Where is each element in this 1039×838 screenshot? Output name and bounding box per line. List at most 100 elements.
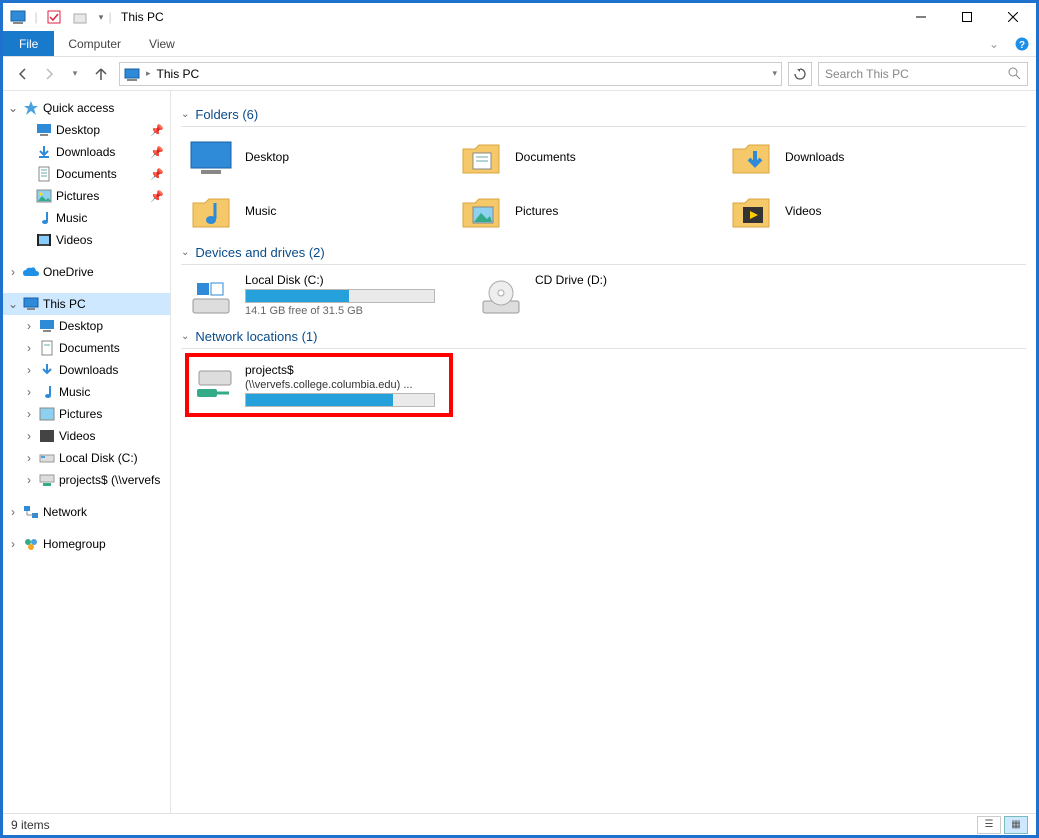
folder-downloads[interactable]: Downloads <box>729 135 979 179</box>
videos-folder-icon <box>729 189 773 233</box>
search-icon[interactable] <box>1008 67 1021 80</box>
local-disk-icon <box>189 273 233 317</box>
search-input[interactable] <box>825 67 1008 81</box>
system-icon[interactable] <box>7 6 29 28</box>
section-drives-header[interactable]: ⌄Devices and drives (2) <box>181 243 1026 265</box>
refresh-button[interactable] <box>788 62 812 86</box>
address-crumb[interactable]: This PC <box>157 67 200 81</box>
tree-pc-documents[interactable]: ›Documents <box>3 337 170 359</box>
expander-icon[interactable]: › <box>23 451 35 465</box>
back-button[interactable] <box>11 62 35 86</box>
tree-music[interactable]: Music <box>3 207 170 229</box>
music-icon <box>38 383 56 401</box>
drive-sublabel: 14.1 GB free of 31.5 GB <box>245 305 435 317</box>
properties-icon[interactable] <box>43 6 65 28</box>
close-button[interactable] <box>990 3 1036 31</box>
recent-dropdown-icon[interactable]: ▾ <box>63 62 87 86</box>
file-tab[interactable]: File <box>3 31 54 56</box>
tree-pc-pictures[interactable]: ›Pictures <box>3 403 170 425</box>
expander-icon[interactable]: › <box>23 385 35 399</box>
expander-icon[interactable]: › <box>23 341 35 355</box>
expander-icon[interactable]: › <box>23 429 35 443</box>
expander-icon[interactable]: › <box>23 363 35 377</box>
network-drive-icon <box>195 363 235 403</box>
tree-pc-localdisk[interactable]: › Local Disk (C:) <box>3 447 170 469</box>
expander-icon[interactable]: › <box>7 505 19 519</box>
address-bar[interactable]: ▸ This PC ▾ <box>119 62 782 86</box>
expander-icon[interactable]: › <box>7 537 19 551</box>
folder-label: Downloads <box>785 150 844 164</box>
drive-local-c[interactable]: Local Disk (C:) 14.1 GB free of 31.5 GB <box>189 273 449 317</box>
minimize-button[interactable] <box>898 3 944 31</box>
tree-this-pc[interactable]: ⌄This PC <box>3 293 170 315</box>
folder-label: Documents <box>515 150 576 164</box>
tree-videos[interactable]: Videos <box>3 229 170 251</box>
tree-label: Pictures <box>56 189 99 203</box>
folder-videos[interactable]: Videos <box>729 189 979 233</box>
tree-pc-networkdrive[interactable]: ›projects$ (\\vervefs <box>3 469 170 491</box>
tree-pc-music[interactable]: ›Music <box>3 381 170 403</box>
expander-icon[interactable]: › <box>7 265 19 279</box>
ribbon-expand-icon[interactable]: ⌄ <box>980 31 1008 56</box>
tree-onedrive[interactable]: ›OneDrive <box>3 261 170 283</box>
tree-label: Local Disk (C:) <box>59 451 138 465</box>
address-chevron-icon[interactable]: ▸ <box>146 68 151 79</box>
tree-pc-videos[interactable]: › Videos <box>3 425 170 447</box>
section-folders-header[interactable]: ⌄Folders (6) <box>181 105 1026 127</box>
qat-divider: | <box>33 6 39 28</box>
tab-view[interactable]: View <box>135 31 189 56</box>
folder-documents[interactable]: Documents <box>459 135 709 179</box>
downloads-icon <box>35 143 53 161</box>
svg-text:?: ? <box>1019 40 1025 51</box>
tiles-view-button[interactable]: ▦ <box>1004 816 1028 834</box>
expander-icon[interactable]: › <box>23 473 35 487</box>
maximize-button[interactable] <box>944 3 990 31</box>
tree-pc-desktop[interactable]: ›Desktop <box>3 315 170 337</box>
quick-access-toolbar: | ▾ <box>3 6 107 28</box>
expander-icon[interactable]: ⌄ <box>7 101 19 115</box>
network-drive-projects[interactable]: projects$ (\\vervefs.college.columbia.ed… <box>195 363 443 407</box>
folder-desktop[interactable]: Desktop <box>189 135 439 179</box>
videos-icon <box>35 231 53 249</box>
help-icon[interactable]: ? <box>1008 31 1036 56</box>
drive-cd-d[interactable]: CD Drive (D:) <box>479 273 739 317</box>
expander-icon[interactable]: › <box>23 407 35 421</box>
qat-dropdown-icon[interactable]: ▾ <box>95 6 107 28</box>
folder-pictures[interactable]: Pictures <box>459 189 709 233</box>
tree-homegroup[interactable]: ›Homegroup <box>3 533 170 555</box>
search-box[interactable] <box>818 62 1028 86</box>
title-bar: | ▾ | This PC <box>3 3 1036 31</box>
forward-button[interactable] <box>37 62 61 86</box>
tree-network[interactable]: ›Network <box>3 501 170 523</box>
tree-documents[interactable]: Documents📌 <box>3 163 170 185</box>
capacity-bar <box>245 393 435 407</box>
details-view-button[interactable]: ☰ <box>977 816 1001 834</box>
downloads-icon <box>38 361 56 379</box>
qat-divider-2: | <box>107 6 113 28</box>
tab-computer[interactable]: Computer <box>54 31 135 56</box>
folder-label: Desktop <box>245 150 289 164</box>
tree-label: Music <box>56 211 87 225</box>
drive-label: CD Drive (D:) <box>535 273 607 287</box>
expander-icon[interactable]: › <box>23 319 35 333</box>
expander-icon[interactable]: ⌄ <box>7 297 19 311</box>
section-network-header[interactable]: ⌄Network locations (1) <box>181 327 1026 349</box>
up-button[interactable] <box>89 62 113 86</box>
desktop-icon <box>35 121 53 139</box>
network-drive-icon <box>38 471 56 489</box>
tree-label: Videos <box>56 233 92 247</box>
tree-quick-access[interactable]: ⌄ Quick access <box>3 97 170 119</box>
cd-drive-icon <box>479 273 523 317</box>
downloads-folder-icon <box>729 135 773 179</box>
tree-pc-downloads[interactable]: ›Downloads <box>3 359 170 381</box>
new-folder-icon[interactable] <box>69 6 91 28</box>
pin-icon: 📌 <box>150 190 164 203</box>
tree-desktop[interactable]: Desktop📌 <box>3 119 170 141</box>
section-title: Folders (6) <box>195 107 258 122</box>
folder-music[interactable]: Music <box>189 189 439 233</box>
onedrive-icon <box>22 263 40 281</box>
address-dropdown-icon[interactable]: ▾ <box>772 68 777 79</box>
tree-downloads[interactable]: Downloads📌 <box>3 141 170 163</box>
tree-pictures[interactable]: Pictures 📌 <box>3 185 170 207</box>
tree-label: Videos <box>59 429 95 443</box>
